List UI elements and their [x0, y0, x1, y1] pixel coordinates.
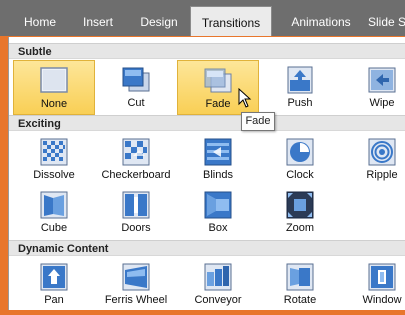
transition-window[interactable]: Window [341, 257, 405, 312]
transition-pan-label: Pan [44, 294, 64, 306]
tab-transitions[interactable]: Transitions [190, 6, 272, 36]
transition-zoom-label: Zoom [285, 222, 315, 234]
ripple-icon [368, 138, 396, 166]
pan-icon [40, 263, 68, 291]
transition-cut-label: Cut [127, 97, 145, 109]
transition-none[interactable]: None [13, 60, 95, 115]
fade-icon [204, 68, 232, 93]
tab-insert[interactable]: Insert [72, 0, 124, 36]
transition-conveyor-label: Conveyor [194, 294, 242, 306]
transition-rotate-label: Rotate [283, 294, 317, 306]
window-edge [0, 310, 405, 315]
cube-icon [40, 191, 68, 219]
ribbon-tab-bar: Home Insert Design Transitions Animation… [0, 0, 405, 36]
transition-box-label: Box [208, 222, 228, 234]
rotate-icon [286, 263, 314, 291]
transition-doors[interactable]: Doors [95, 185, 177, 240]
doors-icon [122, 191, 150, 219]
transition-checkerboard-label: Checkerboard [101, 169, 171, 181]
mouse-pointer-icon [238, 88, 252, 108]
transition-wipe-label: Wipe [369, 97, 395, 109]
tab-slide-show[interactable]: Slide S [368, 0, 405, 36]
transition-ferris-wheel[interactable]: Ferris Wheel [95, 257, 177, 312]
dissolve-icon [40, 138, 68, 166]
conveyor-icon [204, 263, 232, 291]
clock-icon [286, 138, 314, 166]
transition-push[interactable]: Push [259, 60, 341, 115]
push-icon [287, 66, 313, 94]
transition-wipe[interactable]: Wipe [341, 60, 405, 115]
transition-clock[interactable]: Clock [259, 132, 341, 187]
transition-ripple[interactable]: Ripple [341, 132, 405, 187]
wipe-icon [368, 67, 396, 93]
transition-cube[interactable]: Cube [13, 185, 95, 240]
transition-ferris-wheel-label: Ferris Wheel [104, 294, 168, 306]
cut-icon [122, 67, 150, 92]
transition-blinds-label: Blinds [203, 169, 233, 181]
section-header-dynamic-content: Dynamic Content [9, 240, 405, 256]
transition-conveyor[interactable]: Conveyor [177, 257, 259, 312]
none-icon [40, 67, 68, 93]
transition-blinds[interactable]: Blinds [177, 132, 259, 187]
ferris-wheel-icon [122, 263, 150, 291]
transition-dissolve[interactable]: Dissolve [13, 132, 95, 187]
transition-rotate[interactable]: Rotate [259, 257, 341, 312]
tab-home[interactable]: Home [14, 0, 66, 36]
transition-zoom[interactable]: Zoom [259, 185, 341, 240]
transition-none-label: None [40, 98, 68, 110]
zoom-icon [286, 191, 314, 219]
checkerboard-icon [122, 138, 150, 166]
transition-checkerboard[interactable]: Checkerboard [95, 132, 177, 187]
tab-animations[interactable]: Animations [278, 0, 364, 36]
transition-box[interactable]: Box [177, 185, 259, 240]
window-icon [368, 263, 396, 291]
section-header-subtle: Subtle [9, 43, 405, 59]
section-header-exciting: Exciting [9, 115, 405, 131]
transition-dissolve-label: Dissolve [33, 169, 75, 181]
transition-doors-label: Doors [121, 222, 151, 234]
transition-push-label: Push [287, 97, 313, 109]
transition-cube-label: Cube [40, 222, 68, 234]
box-icon [204, 191, 232, 219]
transition-window-label: Window [362, 294, 402, 306]
transition-gallery: Subtle None Cut Fade Push Wipe Exciting … [8, 37, 405, 315]
blinds-icon [204, 138, 232, 166]
tab-design[interactable]: Design [130, 0, 188, 36]
transition-cut[interactable]: Cut [95, 60, 177, 115]
tooltip: Fade [241, 112, 275, 131]
transition-ripple-label: Ripple [366, 169, 398, 181]
transition-pan[interactable]: Pan [13, 257, 95, 312]
transition-clock-label: Clock [286, 169, 314, 181]
